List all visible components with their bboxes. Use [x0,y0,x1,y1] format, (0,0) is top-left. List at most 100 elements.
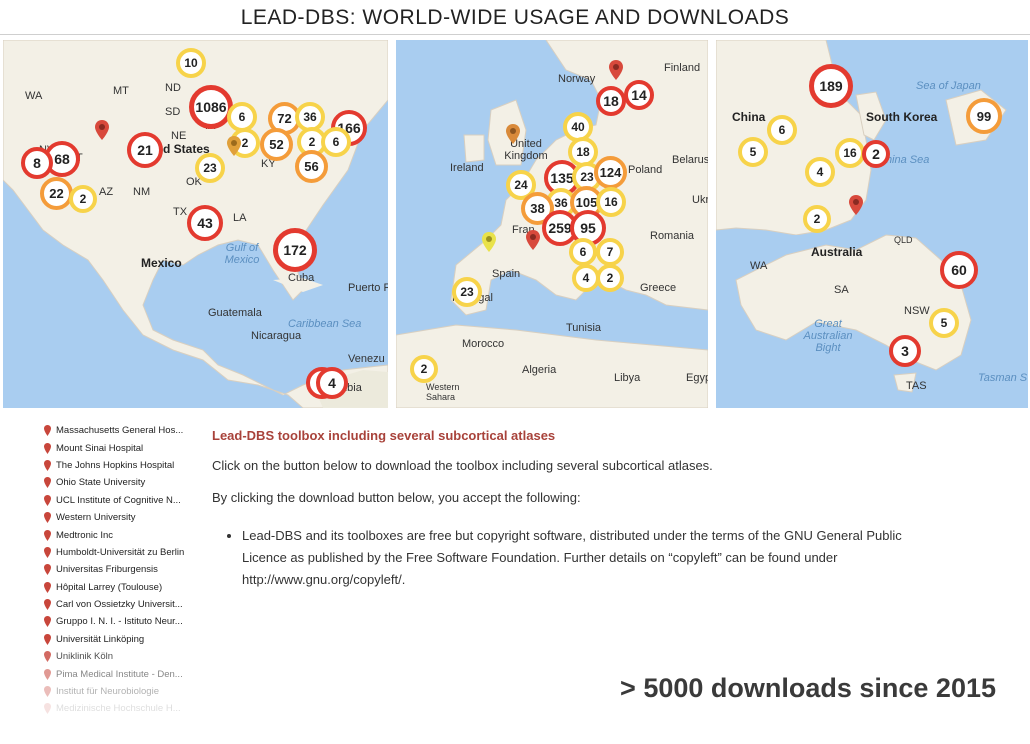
label-puerto-rico: Puerto R [348,282,388,294]
site-name: Universitas Friburgensis [56,564,158,576]
cluster-marker[interactable]: 5 [929,308,959,338]
label-algeria: Algeria [522,364,557,376]
cluster-marker[interactable]: 6 [767,115,797,145]
label-norway: Norway [558,73,596,85]
label-tasman-sea: Tasman S [978,372,1028,384]
map-pin-icon[interactable] [526,230,540,250]
cluster-marker[interactable]: 8 [21,147,53,179]
cluster-marker[interactable]: 4 [316,367,348,399]
label-australia: Australia [811,245,863,259]
list-item[interactable]: Mount Sinai Hospital [44,439,204,456]
site-list: Massachusetts General Hos... Mount Sinai… [44,422,204,718]
map-pin-icon[interactable] [482,232,496,252]
list-item[interactable]: Humboldt-Universität zu Berlin [44,544,204,561]
cluster-marker[interactable]: 16 [596,187,626,217]
map-pin-icon [44,546,51,558]
list-item[interactable]: The Johns Hopkins Hospital [44,457,204,474]
label-western-sahara: Western Sahara [426,382,460,402]
map-pin-icon[interactable] [506,124,520,144]
map-pin-icon[interactable] [609,60,623,80]
site-name: Carl von Ossietzky Universit... [56,599,183,611]
download-info: Lead-DBS toolbox including several subco… [212,420,932,591]
cluster-marker[interactable]: 3 [889,335,921,367]
label-venezuela: Venezu [348,353,385,365]
cluster-marker[interactable]: 43 [187,205,223,241]
list-item[interactable]: Gruppo I. N. I. - Istituto Neur... [44,613,204,630]
list-item[interactable]: Medtronic Inc [44,526,204,543]
list-item[interactable]: UCL Institute of Cognitive N... [44,492,204,509]
list-item[interactable]: Institut für Neurobiologie [44,683,204,700]
list-item[interactable]: Massachusetts General Hos... [44,422,204,439]
label-greece: Greece [640,282,677,294]
cluster-marker[interactable]: 14 [624,80,654,110]
cluster-marker[interactable]: 124 [594,156,627,189]
cluster-marker[interactable]: 2 [410,355,438,383]
site-name: Medtronic Inc [56,529,114,541]
list-item[interactable]: Hôpital Larrey (Toulouse) [44,579,204,596]
intro-paragraph: Click on the button below to download th… [212,458,713,473]
map-pin-icon [44,581,51,593]
list-item[interactable]: Ohio State University [44,474,204,491]
cluster-marker[interactable]: 5 [738,137,768,167]
cluster-marker[interactable]: 6 [569,238,597,266]
map-pin-icon [44,477,51,489]
list-item[interactable]: Universität Linköping [44,631,204,648]
label-egypt: Egyp [686,372,708,384]
map-pin-icon [44,494,51,506]
label-sd: SD [165,106,181,118]
cluster-marker[interactable]: 4 [805,157,835,187]
terms-list: Lead-DBS and its toolboxes are free but … [212,525,932,591]
map-north-america[interactable]: WA MT ND SD NE UT NV AZ NM TX OK LA KY d… [3,40,388,408]
cluster-marker[interactable]: 18 [596,86,626,116]
list-item[interactable]: Western University [44,509,204,526]
cluster-marker[interactable]: 10 [176,48,206,78]
cluster-marker[interactable]: 1086 [189,85,233,129]
cluster-marker[interactable]: 99 [966,98,1002,134]
map-asia-australia[interactable]: China South Korea Sea of Japan China Sea… [716,40,1028,408]
list-item[interactable]: Carl von Ossietzky Universit... [44,596,204,613]
map-pin-icon[interactable] [227,136,241,156]
label-united-kingdom: United Kingdom [504,138,548,162]
map-pin-icon[interactable] [95,120,109,140]
site-name: Ohio State University [56,477,146,489]
cluster-marker[interactable]: 2 [862,140,890,168]
cluster-marker[interactable]: 21 [127,132,163,168]
cluster-marker[interactable]: 6 [321,127,351,157]
site-name: UCL Institute of Cognitive N... [56,494,181,506]
label-caribbean-sea: Caribbean Sea [288,318,362,330]
label-tunisia: Tunisia [566,322,602,334]
cluster-marker[interactable]: 23 [452,277,482,307]
cluster-marker[interactable]: 7 [596,238,624,266]
cluster-marker[interactable]: 22 [40,177,73,210]
cluster-marker[interactable]: 60 [940,251,978,289]
list-item[interactable]: Pima Medical Institute - Den... [44,665,204,682]
site-name: The Johns Hopkins Hospital [56,459,175,471]
terms-paragraph: By clicking the download button below, y… [212,490,581,505]
cluster-marker[interactable]: 23 [195,153,225,183]
map-pin-icon [44,425,51,437]
cluster-marker[interactable]: 2 [596,264,624,292]
map-pin-icon [44,703,51,715]
label-gulf-of-mexico: Gulf of Mexico [224,242,260,266]
list-item[interactable]: Medizinische Hochschule H... [44,700,204,717]
map-europe[interactable]: Finland Norway Ireland United Kingdom Be… [396,40,708,408]
cluster-marker[interactable]: 2 [803,205,831,233]
map-pin-icon [44,442,51,454]
label-belarus: Belarus [672,154,708,166]
label-nsw: NSW [904,305,930,317]
cluster-marker[interactable]: 189 [809,64,853,108]
map-pin-icon [44,651,51,663]
cluster-marker[interactable]: 172 [273,228,317,272]
cluster-marker[interactable]: 2 [69,185,97,213]
cluster-marker[interactable]: 52 [260,128,293,161]
list-item[interactable]: Uniklinik Köln [44,648,204,665]
map-asia-background [716,40,1028,408]
label-spain: Spain [492,268,521,280]
cluster-marker[interactable]: 56 [295,150,328,183]
site-name: Institut für Neurobiologie [56,686,159,698]
list-item[interactable]: Universitas Friburgensis [44,561,204,578]
label-great-australian-bight: Great Australian Bight [803,318,853,354]
cluster-marker[interactable]: 16 [835,138,865,168]
map-pin-icon[interactable] [849,195,863,215]
label-south-korea: South Korea [866,110,938,124]
